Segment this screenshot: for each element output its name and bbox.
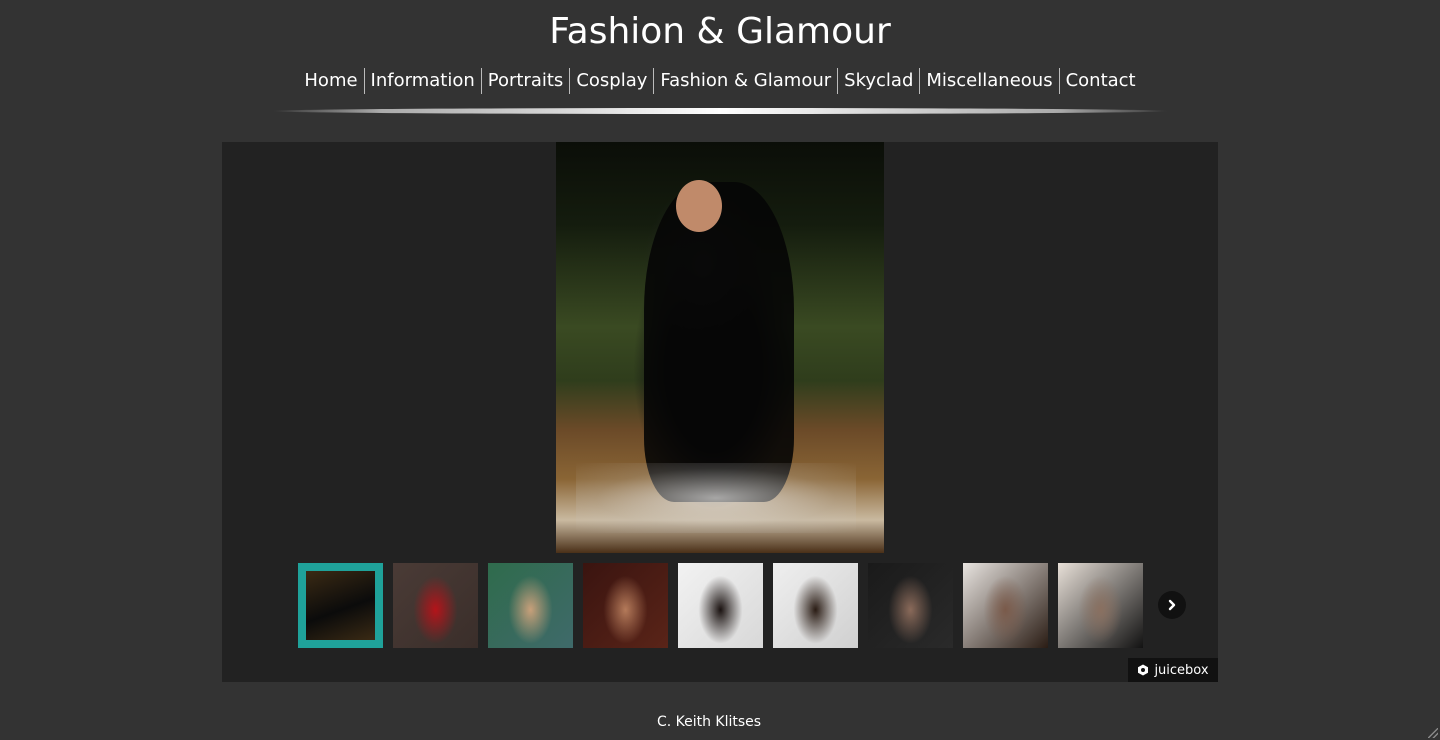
juicebox-logo-icon <box>1138 664 1149 676</box>
thumbnail[interactable] <box>773 563 858 648</box>
main-nav: Home Information Portraits Cosplay Fashi… <box>0 68 1440 94</box>
main-image-water <box>576 463 856 533</box>
thumbnail[interactable] <box>583 563 668 648</box>
main-image[interactable] <box>556 142 884 553</box>
resize-grip-icon[interactable] <box>1428 728 1438 738</box>
thumbnail[interactable] <box>298 563 383 648</box>
next-button[interactable] <box>1158 591 1186 619</box>
nav-item-portraits[interactable]: Portraits <box>480 68 570 94</box>
nav-item-miscellaneous[interactable]: Miscellaneous <box>919 68 1058 94</box>
main-image-figure <box>644 182 794 502</box>
juicebox-label: juicebox <box>1154 662 1209 678</box>
thumbnail[interactable] <box>868 563 953 648</box>
juicebox-badge[interactable]: juicebox <box>1128 658 1218 682</box>
nav-item-contact[interactable]: Contact <box>1058 68 1142 94</box>
main-image-head <box>676 180 722 232</box>
nav-item-cosplay[interactable]: Cosplay <box>569 68 653 94</box>
nav-divider <box>272 108 1168 114</box>
nav-item-skyclad[interactable]: Skyclad <box>837 68 919 94</box>
thumbnail[interactable] <box>678 563 763 648</box>
page-title: Fashion & Glamour <box>549 11 891 52</box>
page: Fashion & Glamour Home Information Portr… <box>0 0 1440 740</box>
nav-item-fashion-glamour[interactable]: Fashion & Glamour <box>653 68 837 94</box>
thumbnail[interactable] <box>1058 563 1143 648</box>
nav-item-information[interactable]: Information <box>363 68 481 94</box>
thumbnail-strip <box>298 563 1143 648</box>
thumbnail[interactable] <box>488 563 573 648</box>
nav-item-home[interactable]: Home <box>298 68 363 94</box>
chevron-right-icon <box>1168 599 1176 611</box>
footer-credit: C. Keith Klitses <box>656 714 762 730</box>
thumbnail[interactable] <box>393 563 478 648</box>
thumbnail[interactable] <box>963 563 1048 648</box>
gallery: juicebox <box>222 142 1218 682</box>
